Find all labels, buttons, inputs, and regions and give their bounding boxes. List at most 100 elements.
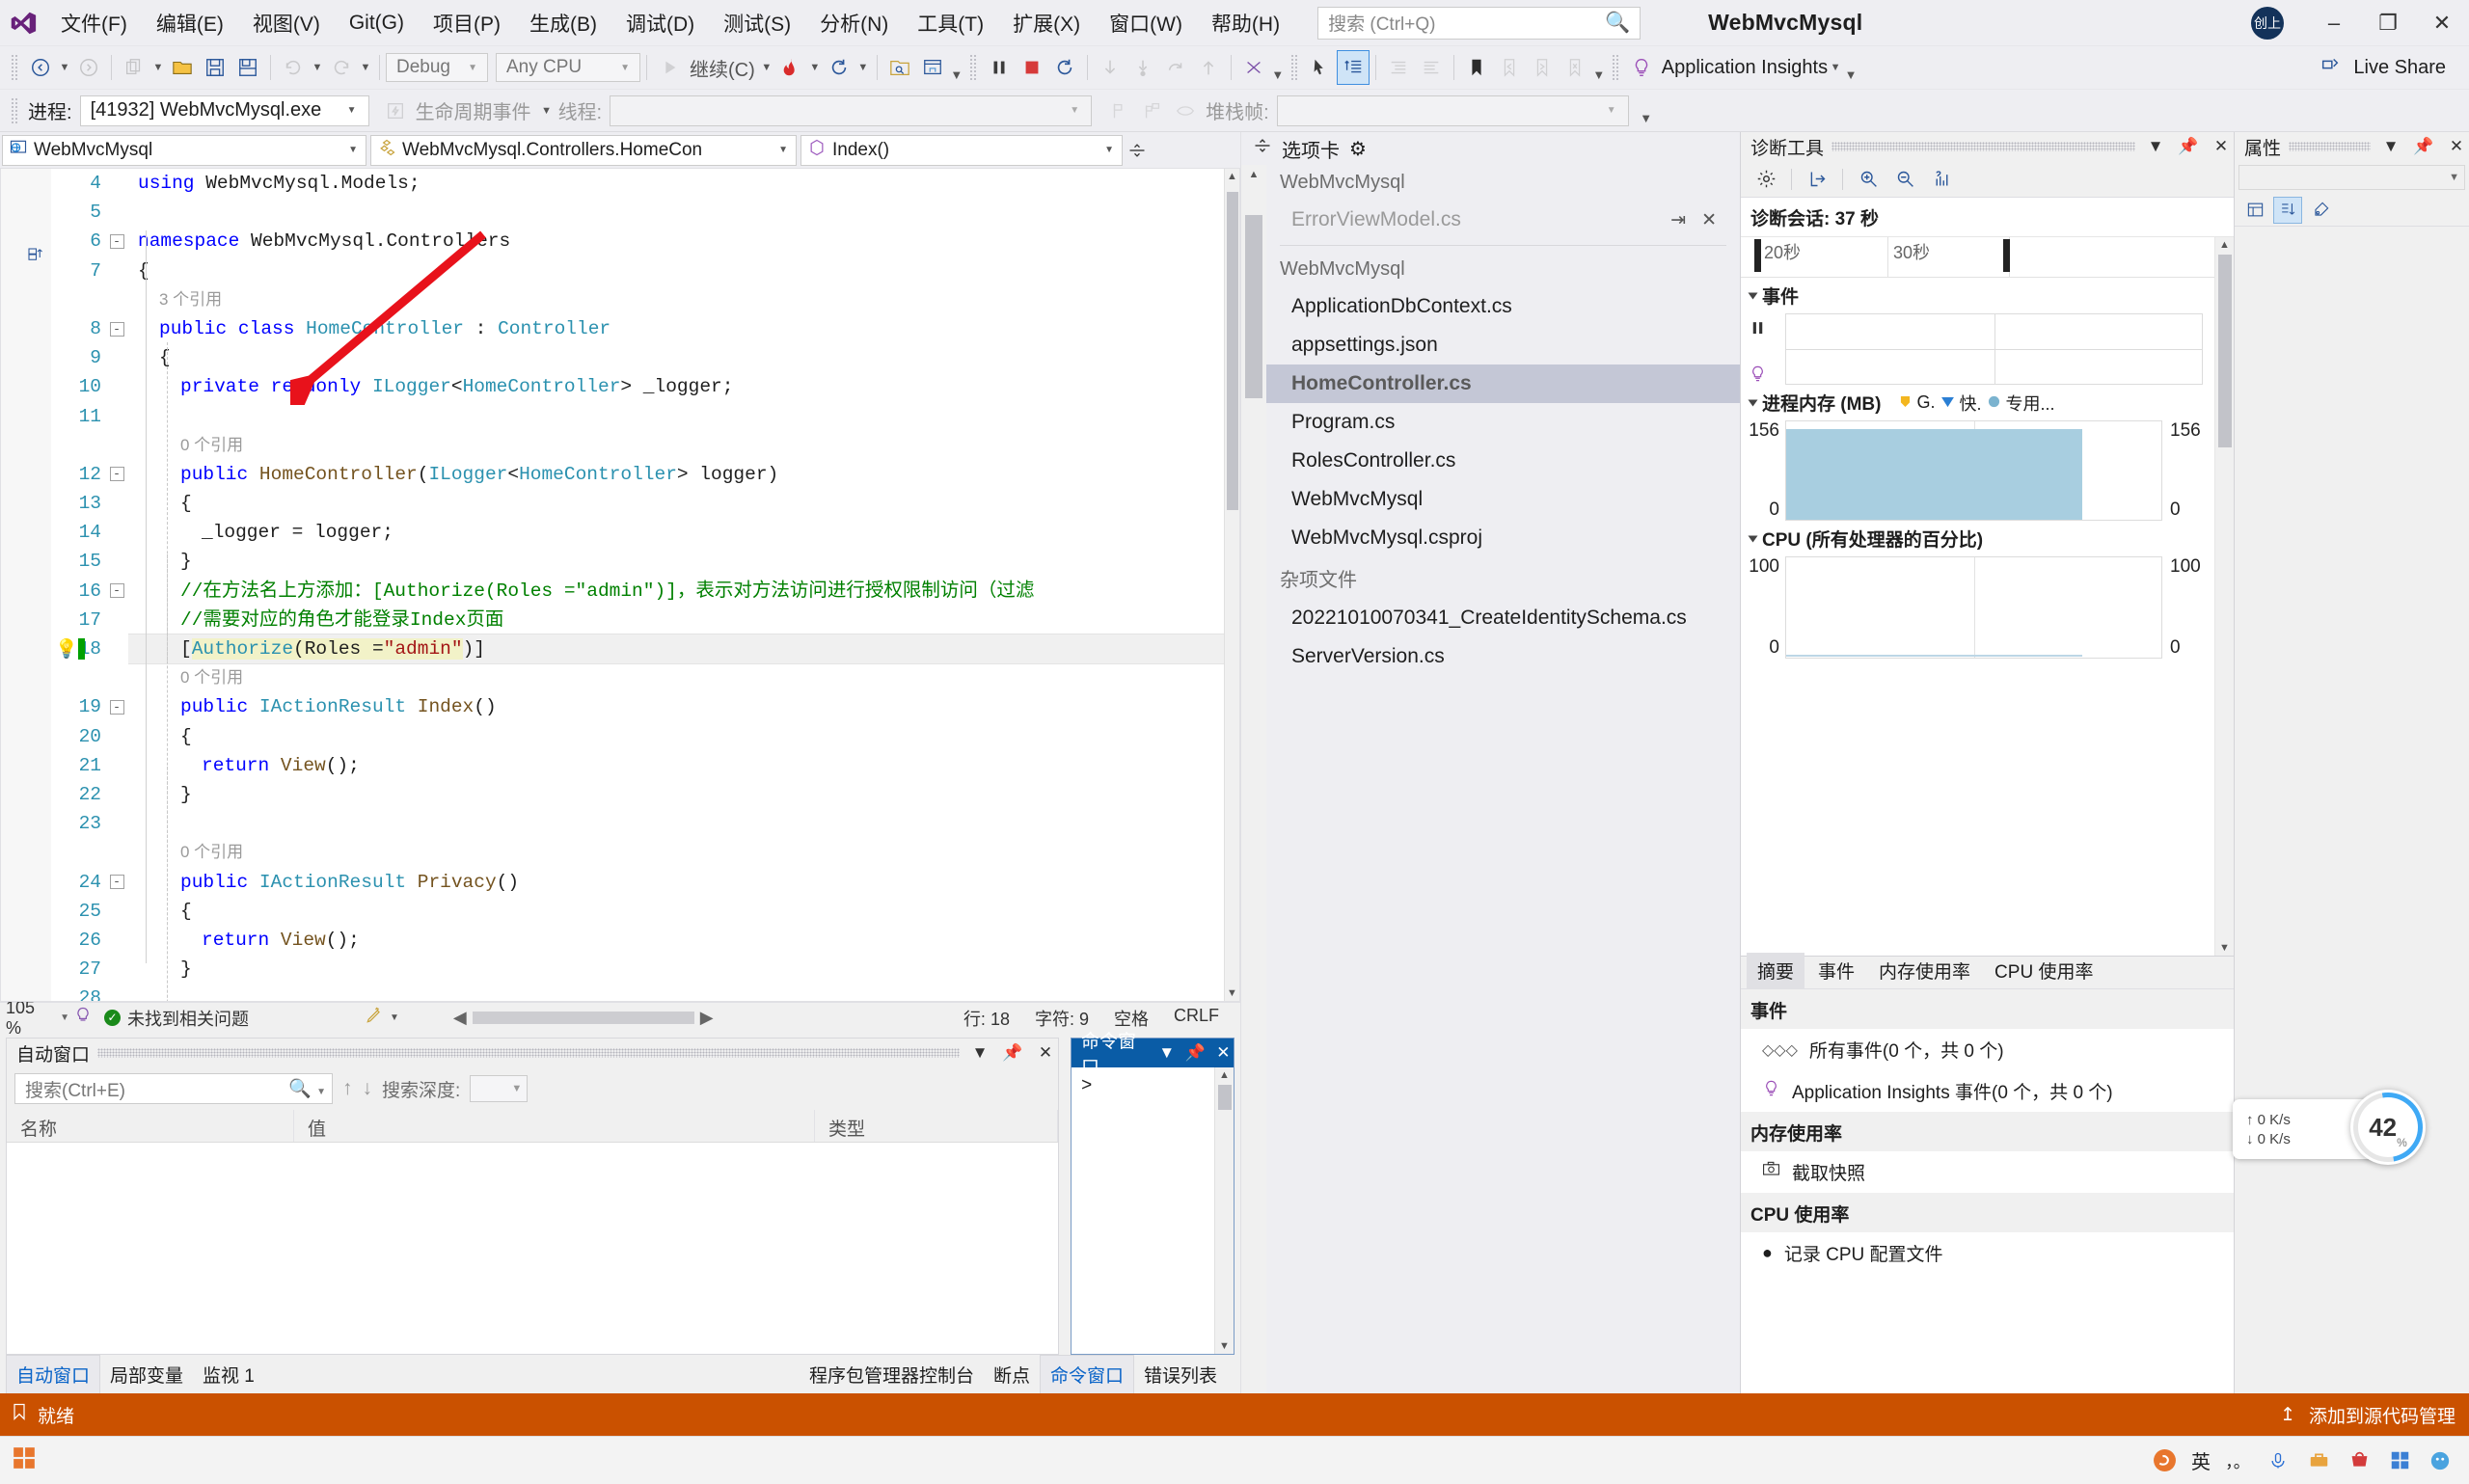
tabs-list-item[interactable]: WebMvcMysql.csproj bbox=[1266, 519, 1740, 557]
code-line[interactable]: return View(); bbox=[128, 751, 1224, 780]
command-scroll-up-icon[interactable]: ▲ bbox=[1215, 1067, 1234, 1083]
application-insights-icon[interactable] bbox=[1625, 50, 1658, 85]
lifecycle-events-icon[interactable] bbox=[379, 94, 412, 128]
command-window-pin-icon[interactable]: 📌 bbox=[1184, 1043, 1205, 1063]
keep-tab-open-icon[interactable]: ⇥ bbox=[1670, 209, 1686, 231]
code-line[interactable]: public IActionResult Privacy() bbox=[128, 868, 1224, 897]
toolbar-grip-2[interactable] bbox=[969, 54, 978, 81]
export-diagnostics-icon[interactable] bbox=[1800, 164, 1834, 195]
cpu-section-header[interactable]: CPU (所有处理器的百分比) bbox=[1741, 521, 2214, 556]
properties-object-combo[interactable]: ▼ bbox=[2238, 165, 2465, 190]
record-cpu-label[interactable]: 记录 CPU 配置文件 bbox=[1784, 1240, 1943, 1266]
codelens-reference[interactable]: 0 个引用 bbox=[128, 663, 1224, 692]
fold-box-icon[interactable]: - bbox=[110, 322, 124, 337]
code-line[interactable]: namespace WebMvcMysql.Controllers bbox=[128, 227, 1224, 256]
command-window-menu-icon[interactable]: ▼ bbox=[1156, 1043, 1177, 1063]
tabs-list-item[interactable]: RolesController.cs bbox=[1266, 442, 1740, 480]
summary-app-insights-row[interactable]: Application Insights 事件(0 个，共 0 个) bbox=[1741, 1070, 2234, 1112]
avatar[interactable]: 创上 bbox=[2251, 7, 2284, 40]
code-line[interactable]: private readonly ILogger<HomeController>… bbox=[128, 372, 1224, 401]
thread-overflow-icon[interactable]: ▼ bbox=[1270, 53, 1286, 82]
bookmark-overflow-icon[interactable]: ▼ bbox=[1591, 53, 1607, 82]
hot-reload-icon[interactable] bbox=[774, 50, 807, 85]
assistant-icon[interactable] bbox=[2427, 1447, 2454, 1474]
debugbar-overflow-icon[interactable]: ▼ bbox=[1639, 96, 1654, 125]
navigate-forward-icon[interactable] bbox=[72, 50, 105, 85]
zoom-in-icon[interactable] bbox=[1851, 164, 1886, 195]
menu-help[interactable]: 帮助(H) bbox=[1197, 0, 1294, 45]
diagnostics-timeline[interactable]: 20秒 30秒 bbox=[1741, 237, 2214, 278]
minimize-button[interactable]: – bbox=[2307, 0, 2361, 46]
hot-reload-dropdown-icon[interactable]: ▼ bbox=[807, 50, 823, 85]
editor-vertical-scrollbar[interactable]: ▲ ▼ bbox=[1224, 169, 1239, 1001]
code-line[interactable]: { bbox=[128, 722, 1224, 751]
tabs-list-item[interactable]: 20221010070341_CreateIdentitySchema.cs bbox=[1266, 599, 1740, 637]
autos-window-close-icon[interactable]: ✕ bbox=[1033, 1043, 1058, 1063]
live-share-label[interactable]: Live Share bbox=[2353, 57, 2446, 79]
toolbox-icon[interactable] bbox=[2305, 1447, 2332, 1474]
autos-window-menu-icon[interactable]: ▼ bbox=[967, 1043, 992, 1063]
properties-grid[interactable] bbox=[2235, 227, 2469, 1393]
add-to-source-control-label[interactable]: 添加到源代码管理 bbox=[2309, 1402, 2455, 1428]
diagnostics-menu-icon[interactable]: ▼ bbox=[2143, 137, 2168, 156]
toggle-line-numbers-icon[interactable] bbox=[1337, 50, 1370, 85]
properties-categorized-icon[interactable] bbox=[2240, 197, 2269, 224]
menu-edit[interactable]: 编辑(E) bbox=[142, 0, 238, 45]
select-pointer-icon[interactable] bbox=[1304, 50, 1337, 85]
undo-dropdown-icon[interactable]: ▼ bbox=[310, 50, 325, 85]
tabs-window-list[interactable]: WebMvcMysqlErrorViewModel.cs⇥✕WebMvcMysq… bbox=[1266, 165, 1740, 1393]
menu-git[interactable]: Git(G) bbox=[335, 0, 419, 45]
command-window-body[interactable]: > ▲ ▼ bbox=[1072, 1067, 1234, 1354]
code-line[interactable]: { bbox=[128, 343, 1224, 372]
tabs-list-item[interactable]: appsettings.json bbox=[1266, 326, 1740, 364]
code-line[interactable]: using WebMvcMysql.Models; bbox=[128, 169, 1224, 198]
cpu-chart[interactable]: 100 0 100 0 bbox=[1741, 556, 2214, 659]
tabs-list-item[interactable]: WebMvcMysql bbox=[1266, 480, 1740, 519]
autos-search-input[interactable]: 搜索(Ctrl+E) 🔍 ▼ bbox=[14, 1073, 333, 1104]
code-line[interactable]: } bbox=[128, 955, 1224, 984]
code-line[interactable]: _logger = logger; bbox=[128, 518, 1224, 547]
glyph-margin[interactable] bbox=[1, 169, 51, 1001]
editor-horizontal-scrollbar[interactable]: ▼ ◀ ▶ bbox=[249, 1006, 963, 1030]
toolbar-grip-3[interactable] bbox=[1290, 54, 1299, 81]
dock-tab-breakpoints[interactable]: 断点 bbox=[984, 1356, 1040, 1393]
command-scroll-thumb[interactable] bbox=[1218, 1085, 1232, 1110]
zoom-out-icon[interactable] bbox=[1887, 164, 1922, 195]
toggle-bookmark-icon[interactable] bbox=[1460, 50, 1493, 85]
code-folding-margin[interactable]: ------- bbox=[105, 169, 128, 1001]
fold-toggle[interactable]: - bbox=[105, 460, 128, 489]
toolbar-overflow-icon[interactable]: ▼ bbox=[1843, 53, 1859, 82]
tabs-list-item[interactable]: HomeController.cs bbox=[1266, 364, 1740, 403]
no-issues-indicator[interactable]: 未找到相关问题 bbox=[104, 1006, 249, 1031]
code-line[interactable]: { bbox=[128, 489, 1224, 518]
tabs-scroll-up-icon[interactable]: ▲ bbox=[1241, 167, 1266, 182]
autos-column-name[interactable]: 名称 bbox=[7, 1110, 294, 1142]
memory-chart[interactable]: 156 0 156 0 bbox=[1741, 420, 2214, 521]
tabs-list-item[interactable]: ServerVersion.cs bbox=[1266, 637, 1740, 676]
quick-actions-lightbulb-icon[interactable]: 💡 bbox=[55, 637, 78, 661]
unflag-threads-icon[interactable] bbox=[1136, 94, 1169, 128]
ime-indicator[interactable]: 英 bbox=[2191, 1446, 2211, 1474]
restart-icon[interactable] bbox=[823, 50, 855, 85]
fold-toggle[interactable]: - bbox=[105, 227, 128, 256]
source-control-icon[interactable]: ↥ bbox=[2280, 1404, 2295, 1426]
menu-build[interactable]: 生成(B) bbox=[515, 0, 611, 45]
shopping-icon[interactable] bbox=[2346, 1447, 2373, 1474]
global-search-input[interactable]: 搜索 (Ctrl+Q) 🔍 bbox=[1317, 7, 1641, 40]
autos-column-type[interactable]: 类型 bbox=[815, 1110, 1058, 1142]
flag-threads-icon[interactable] bbox=[1103, 94, 1136, 128]
diagnostics-vertical-scrollbar[interactable]: ▲ ▼ bbox=[2214, 237, 2234, 956]
menu-tools[interactable]: 工具(T) bbox=[903, 0, 998, 45]
properties-close-icon[interactable]: ✕ bbox=[2444, 137, 2469, 156]
autos-window-pin-icon[interactable]: 📌 bbox=[1000, 1043, 1025, 1063]
navigate-back-icon[interactable] bbox=[24, 50, 57, 85]
reset-view-icon[interactable] bbox=[1924, 164, 1959, 195]
continue-dropdown-icon[interactable]: ▼ bbox=[759, 50, 774, 85]
grid-apps-icon[interactable] bbox=[2386, 1447, 2413, 1474]
live-share-icon[interactable] bbox=[2320, 54, 2341, 81]
nav-class-combo[interactable]: WebMvcMysql.Controllers.HomeCon ▼ bbox=[370, 135, 797, 166]
close-button[interactable]: ✕ bbox=[2415, 0, 2469, 46]
code-line[interactable]: { bbox=[128, 256, 1224, 285]
browse-folder-icon[interactable] bbox=[883, 50, 916, 85]
thread-combo[interactable]: ▼ bbox=[610, 95, 1092, 126]
